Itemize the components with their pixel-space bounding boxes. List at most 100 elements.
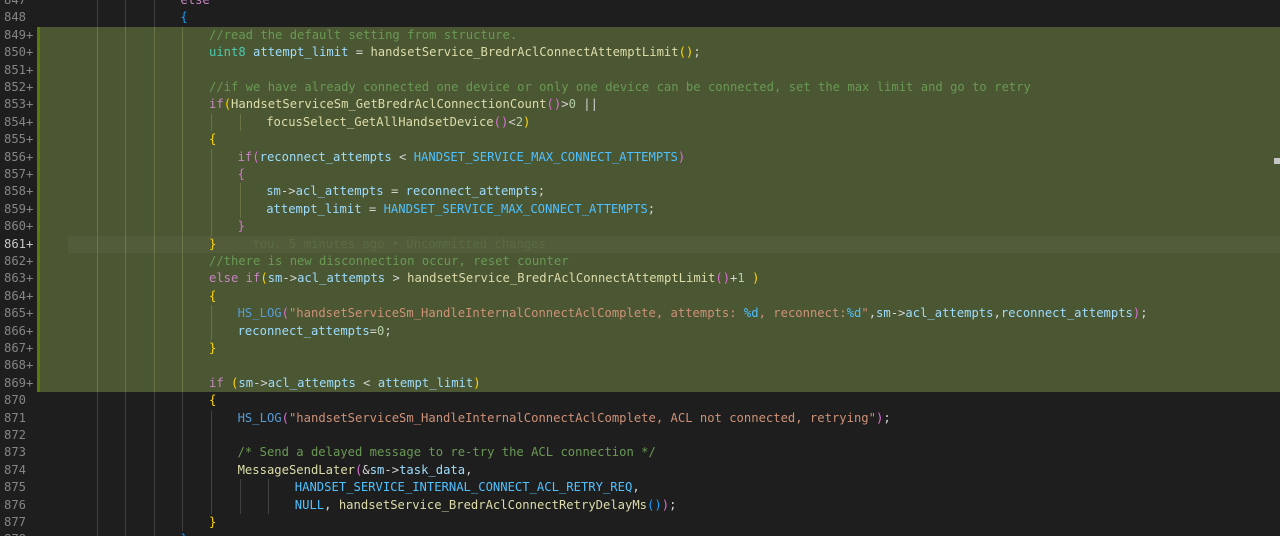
line-gutter[interactable]: 865+ bbox=[0, 305, 40, 323]
code-text[interactable]: } You, 5 minutes ago • Uncommitted change… bbox=[68, 235, 1280, 253]
code-text[interactable]: /* Send a delayed message to re-try the … bbox=[68, 444, 1280, 461]
line-gutter[interactable]: 857+ bbox=[0, 166, 40, 184]
line-gutter[interactable]: 878 bbox=[0, 531, 40, 536]
code-line[interactable]: 848 { bbox=[0, 9, 1280, 27]
code-line[interactable]: 863+ else if(sm->acl_attempts > handsetSe… bbox=[0, 270, 1280, 288]
code-line[interactable]: 858+ sm->acl_attempts = reconnect_attempt… bbox=[0, 183, 1280, 201]
code-text[interactable]: { bbox=[68, 288, 1280, 305]
code-line[interactable]: 855+ { bbox=[0, 131, 1280, 149]
code-text[interactable]: } bbox=[68, 218, 1280, 235]
code-line[interactable]: 856+ if(reconnect_attempts < HANDSET_SERV… bbox=[0, 148, 1280, 166]
line-gutter[interactable]: 868+ bbox=[0, 357, 40, 375]
line-gutter[interactable]: 850+ bbox=[0, 44, 40, 62]
line-gutter[interactable]: 867+ bbox=[0, 340, 40, 358]
code-text[interactable]: //if we have already connected one devic… bbox=[68, 79, 1280, 96]
code-text[interactable]: if(HandsetServiceSm_GetBredrAclConnectio… bbox=[68, 96, 1280, 113]
line-gutter[interactable]: 863+ bbox=[0, 270, 40, 288]
code-line[interactable]: 849+ //read the default setting from stru… bbox=[0, 26, 1280, 45]
code-text[interactable]: NULL, handsetService_BredrAclConnectRetr… bbox=[68, 497, 1280, 514]
code-text[interactable]: HS_LOG("handsetServiceSm_HandleInternalC… bbox=[68, 410, 1280, 427]
line-gutter[interactable]: 860+ bbox=[0, 218, 40, 236]
code-line[interactable]: 859+ attempt_limit = HANDSET_SERVICE_MAX_… bbox=[0, 200, 1280, 219]
line-gutter[interactable]: 864+ bbox=[0, 287, 40, 306]
line-gutter[interactable]: 851+ bbox=[0, 61, 40, 79]
code-line[interactable]: 861+ } You, 5 minutes ago • Uncommitted ch… bbox=[0, 235, 1280, 253]
code-text[interactable]: } bbox=[68, 514, 1280, 531]
code-text[interactable]: MessageSendLater(&sm->task_data, bbox=[68, 462, 1280, 479]
code-text[interactable] bbox=[68, 357, 1280, 374]
line-gutter[interactable]: 870 bbox=[0, 392, 40, 410]
code-text[interactable]: reconnect_attempts=0; bbox=[68, 323, 1280, 340]
code-line[interactable]: 877} bbox=[0, 514, 1280, 532]
line-gutter[interactable]: 858+ bbox=[0, 183, 40, 201]
code-line[interactable]: 857+ { bbox=[0, 166, 1280, 184]
code-line[interactable]: 868+ bbox=[0, 357, 1280, 375]
line-gutter[interactable]: 855+ bbox=[0, 131, 40, 149]
code-line[interactable]: 864+ { bbox=[0, 287, 1280, 306]
code-line[interactable]: 853+ if(HandsetServiceSm_GetBredrAclConne… bbox=[0, 96, 1280, 114]
line-gutter[interactable]: 872 bbox=[0, 427, 40, 445]
code-text[interactable]: } bbox=[68, 531, 1280, 536]
code-text[interactable] bbox=[68, 427, 1280, 444]
code-line[interactable]: 869+ if (sm->acl_attempts < attempt_limit… bbox=[0, 374, 1280, 393]
code-token: ( bbox=[252, 149, 260, 164]
line-gutter[interactable]: 877 bbox=[0, 514, 40, 532]
line-gutter[interactable]: 875 bbox=[0, 479, 40, 497]
line-gutter[interactable]: 856+ bbox=[0, 148, 40, 166]
line-gutter[interactable]: 873 bbox=[0, 444, 40, 462]
code-text[interactable]: attempt_limit = HANDSET_SERVICE_MAX_CONN… bbox=[68, 201, 1280, 218]
line-gutter[interactable]: 853+ bbox=[0, 96, 40, 114]
code-text[interactable]: { bbox=[68, 166, 1280, 183]
line-gutter[interactable]: 854+ bbox=[0, 113, 40, 132]
code-line[interactable]: 876 NULL, handsetService_BredrAclConnectR… bbox=[0, 496, 1280, 514]
code-text[interactable]: sm->acl_attempts = reconnect_attempts; bbox=[68, 183, 1280, 200]
line-gutter[interactable]: 852+ bbox=[0, 79, 40, 97]
code-line[interactable]: 862+ //there is new disconnection occur, … bbox=[0, 253, 1280, 271]
line-gutter[interactable]: 862+ bbox=[0, 253, 40, 271]
scrollbar-marker[interactable] bbox=[1274, 158, 1280, 164]
code-line[interactable]: 860+} bbox=[0, 218, 1280, 236]
line-gutter[interactable]: 859+ bbox=[0, 200, 40, 219]
code-line[interactable]: 851+ bbox=[0, 61, 1280, 79]
code-line[interactable]: 878} bbox=[0, 531, 1280, 536]
code-text[interactable]: if(reconnect_attempts < HANDSET_SERVICE_… bbox=[68, 149, 1280, 166]
code-line[interactable]: 871 HS_LOG("handsetServiceSm_HandleIntern… bbox=[0, 409, 1280, 427]
code-text[interactable]: HANDSET_SERVICE_INTERNAL_CONNECT_ACL_RET… bbox=[68, 479, 1280, 496]
code-line[interactable]: 872 bbox=[0, 427, 1280, 445]
code-text[interactable]: { bbox=[68, 131, 1280, 148]
line-gutter[interactable]: 849+ bbox=[0, 26, 40, 45]
code-line[interactable]: 850+ uint8 attempt_limit = handsetService… bbox=[0, 44, 1280, 62]
code-line[interactable]: 867+} bbox=[0, 340, 1280, 358]
code-line[interactable]: 873 /* Send a delayed message to re-try t… bbox=[0, 444, 1280, 462]
code-text[interactable]: else if(sm->acl_attempts > handsetServic… bbox=[68, 270, 1280, 287]
code-text[interactable]: if (sm->acl_attempts < attempt_limit) bbox=[68, 375, 1280, 392]
line-gutter[interactable]: 861+ bbox=[0, 235, 40, 253]
code-text[interactable]: { bbox=[68, 9, 1280, 26]
code-text[interactable]: focusSelect_GetAllHandsetDevice()<2) bbox=[68, 114, 1280, 131]
code-line[interactable]: 852+ //if we have already connected one d… bbox=[0, 79, 1280, 97]
code-line[interactable]: 870 { bbox=[0, 392, 1280, 410]
line-gutter[interactable]: 847 bbox=[0, 0, 40, 10]
code-text[interactable]: { bbox=[68, 392, 1280, 409]
code-line[interactable]: 866+ reconnect_attempts=0; bbox=[0, 322, 1280, 340]
line-gutter[interactable]: 871 bbox=[0, 409, 40, 427]
code-text[interactable]: HS_LOG("handsetServiceSm_HandleInternalC… bbox=[68, 305, 1280, 322]
line-gutter[interactable]: 876 bbox=[0, 496, 40, 514]
code-text[interactable]: uint8 attempt_limit = handsetService_Bre… bbox=[68, 44, 1280, 61]
code-line[interactable]: 865+ HS_LOG("handsetServiceSm_HandleInter… bbox=[0, 305, 1280, 323]
code-text[interactable]: //read the default setting from structur… bbox=[68, 27, 1280, 44]
code-line[interactable]: 874 MessageSendLater(&sm->task_data, bbox=[0, 461, 1280, 480]
code-editor[interactable]: 847 else 848 {849+ //read the default settin… bbox=[0, 0, 1280, 536]
code-text[interactable]: //there is new disconnection occur, rese… bbox=[68, 253, 1280, 270]
code-text[interactable]: } bbox=[68, 340, 1280, 357]
diff-indicator-bar bbox=[37, 253, 40, 271]
code-line[interactable]: 847 else bbox=[0, 0, 1280, 10]
code-line[interactable]: 854+ focusSelect_GetAllHandsetDevice()<2) bbox=[0, 113, 1280, 132]
line-gutter[interactable]: 874 bbox=[0, 461, 40, 480]
line-gutter[interactable]: 869+ bbox=[0, 374, 40, 393]
line-gutter[interactable]: 848 bbox=[0, 9, 40, 27]
code-text[interactable] bbox=[68, 62, 1280, 79]
line-gutter[interactable]: 866+ bbox=[0, 322, 40, 340]
code-line[interactable]: 875 HANDSET_SERVICE_INTERNAL_CONNECT_ACL_… bbox=[0, 479, 1280, 497]
code-text[interactable]: else bbox=[68, 0, 1280, 9]
